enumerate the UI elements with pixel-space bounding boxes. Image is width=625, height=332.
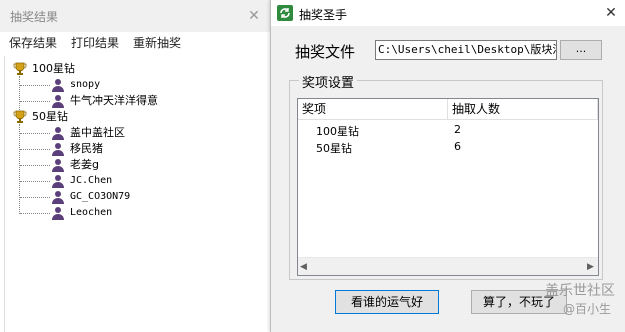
table-cell[interactable]: 100星钻 [316, 123, 359, 139]
user-icon [52, 95, 64, 108]
tree-item[interactable]: 移民猪 [70, 141, 103, 157]
watermark-author: @百小生 [563, 302, 612, 316]
draw-dialog: 抽奖圣手 ✕ 抽奖文件 C:\Users\cheil\Desktop\版块活 .… [270, 0, 625, 332]
scroll-right-icon[interactable]: ▶ [587, 262, 594, 272]
trophy-icon [13, 62, 27, 75]
tree-item[interactable]: JC.Chen [70, 173, 112, 189]
app-icon [277, 5, 293, 21]
prize-settings-label: 奖项设置 [299, 72, 358, 91]
column-header-prize[interactable]: 奖项 [298, 99, 326, 119]
tree-group-100[interactable]: 100星钻 [32, 61, 75, 77]
close-icon[interactable]: ✕ [244, 6, 264, 26]
menu-redraw[interactable]: 重新抽奖 [133, 34, 181, 51]
draw-button[interactable]: 看谁的运气好 [335, 290, 439, 314]
user-icon [52, 207, 64, 220]
table-header: 奖项 抽取人数 [298, 99, 598, 120]
user-icon [52, 159, 64, 172]
browse-button[interactable]: ... [560, 40, 602, 60]
file-path-field[interactable]: C:\Users\cheil\Desktop\版块活 [375, 40, 557, 60]
user-icon [52, 191, 64, 204]
results-window-title: 抽奖结果 [10, 10, 59, 24]
file-label: 抽奖文件 [295, 43, 356, 61]
user-icon [52, 143, 64, 156]
tree-item[interactable]: snopy [70, 77, 100, 93]
dialog-titlebar: 抽奖圣手 ✕ [271, 0, 625, 26]
tree-item[interactable]: 牛气冲天洋洋得意 [70, 93, 158, 109]
scroll-left-icon[interactable]: ◀ [300, 262, 307, 272]
menu-print-results[interactable]: 打印结果 [71, 34, 119, 51]
trophy-icon [13, 110, 27, 123]
tree-group-50[interactable]: 50星钻 [32, 109, 68, 125]
results-tree: 100星钻 snopy 牛气冲天洋洋得意 50星钻 盖中盖社区 移民猪 老姜g … [4, 56, 271, 332]
table-cell[interactable]: 50星钻 [316, 140, 352, 156]
table-cell[interactable]: 6 [454, 140, 461, 153]
tree-item[interactable]: 盖中盖社区 [70, 125, 125, 141]
horizontal-scrollbar[interactable]: ◀ ▶ [298, 257, 598, 275]
table-cell[interactable]: 2 [454, 123, 461, 136]
menu-save-results[interactable]: 保存结果 [9, 34, 57, 51]
close-icon[interactable]: ✕ [601, 3, 621, 23]
user-icon [52, 127, 64, 140]
user-icon [52, 79, 64, 92]
user-icon [52, 175, 64, 188]
watermark-title: 盖乐世社区 [545, 283, 615, 299]
prize-table[interactable]: 奖项 抽取人数 100星钻 2 50星钻 6 ◀ ▶ [297, 98, 599, 276]
column-header-count[interactable]: 抽取人数 [448, 99, 500, 119]
dialog-title: 抽奖圣手 [299, 8, 348, 22]
tree-item[interactable]: 老姜g [70, 157, 99, 173]
tree-item[interactable]: Leochen [70, 205, 112, 221]
tree-item[interactable]: GC_CO3ON79 [70, 189, 130, 205]
